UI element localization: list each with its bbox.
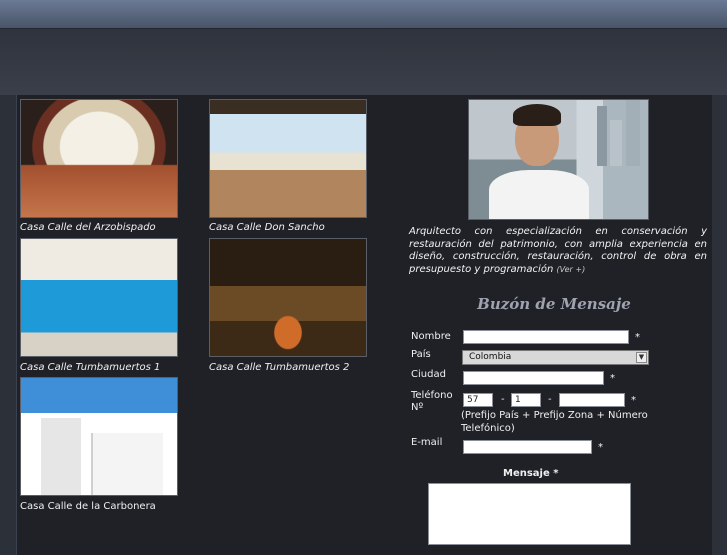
- required-mark: *: [635, 332, 640, 343]
- required-mark: *: [598, 442, 603, 453]
- phone-label: Teléfono: [411, 390, 453, 401]
- photo-carbonera[interactable]: [20, 377, 178, 496]
- city-field[interactable]: [463, 371, 604, 385]
- country-selected-value: Colombia: [469, 352, 512, 362]
- photo-tumbamuertos-2[interactable]: [209, 238, 367, 357]
- country-select[interactable]: Colombia ▼: [462, 350, 649, 365]
- phone-hint: (Prefijo País + Prefijo Zona + Número Te…: [461, 410, 648, 434]
- portrait-hair: [513, 104, 561, 126]
- caption-carbonera[interactable]: Casa Calle de la Carbonera: [20, 501, 156, 512]
- photo-detail: [41, 418, 81, 495]
- portrait-shirt: [489, 170, 589, 219]
- chevron-down-icon[interactable]: ▼: [636, 352, 647, 363]
- name-field[interactable]: [463, 330, 629, 344]
- city-label: Ciudad: [411, 369, 446, 380]
- portrait-photo: [468, 99, 649, 220]
- read-more-link[interactable]: (Ver +): [556, 265, 585, 274]
- phone-label-number: Nº: [411, 402, 424, 413]
- message-label: Mensaje *: [503, 468, 559, 479]
- phone-country-code-field[interactable]: 57: [463, 393, 493, 407]
- email-label: E-mail: [411, 437, 443, 448]
- form-title: Buzón de Mensaje: [477, 295, 631, 313]
- country-label: País: [411, 349, 431, 360]
- top-bar: [0, 0, 727, 29]
- photo-tumbamuertos-1[interactable]: [20, 238, 178, 357]
- phone-number-field[interactable]: [559, 393, 625, 407]
- bio-text: Arquitecto con especialización en conser…: [409, 226, 707, 276]
- photo-detail: [91, 433, 163, 495]
- name-label: Nombre: [411, 331, 451, 342]
- photo-arzobispado[interactable]: [20, 99, 178, 218]
- separator: -: [548, 394, 552, 405]
- caption-tumbamuertos-1[interactable]: Casa Calle Tumbamuertos 1: [20, 362, 160, 373]
- required-mark: *: [610, 373, 615, 384]
- caption-arzobispado[interactable]: Casa Calle del Arzobispado: [20, 222, 156, 233]
- caption-tumbamuertos-2[interactable]: Casa Calle Tumbamuertos 2: [209, 362, 349, 373]
- email-field[interactable]: [463, 440, 592, 454]
- skyline-building: [597, 106, 607, 166]
- caption-don-sancho[interactable]: Casa Calle Don Sancho: [209, 222, 325, 233]
- skyline-building: [610, 120, 622, 166]
- photo-don-sancho[interactable]: [209, 99, 367, 218]
- header-band: [0, 29, 727, 95]
- phone-zone-code-field[interactable]: 1: [511, 393, 541, 407]
- required-mark: *: [631, 395, 636, 406]
- message-textarea[interactable]: [428, 483, 631, 545]
- separator: -: [501, 394, 505, 405]
- skyline-building: [626, 100, 640, 166]
